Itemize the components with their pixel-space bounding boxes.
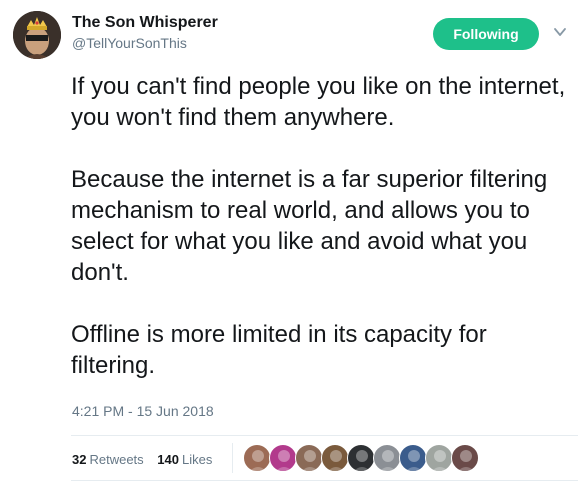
liker-avatar-2[interactable] bbox=[269, 444, 297, 472]
chevron-down-icon[interactable] bbox=[553, 25, 567, 39]
likes-label: Likes bbox=[182, 452, 213, 467]
author-name[interactable]: The Son Whisperer bbox=[72, 14, 218, 32]
liker-avatar-7[interactable] bbox=[399, 444, 427, 472]
liker-avatar-3[interactable] bbox=[295, 444, 323, 472]
divider bbox=[71, 480, 578, 481]
tweet-timestamp[interactable]: 4:21 PM - 15 Jun 2018 bbox=[72, 403, 214, 419]
author-handle[interactable]: @TellYourSonThis bbox=[72, 35, 187, 51]
liker-avatar-5[interactable] bbox=[347, 444, 375, 472]
liker-avatar-6[interactable] bbox=[373, 444, 401, 472]
stats-separator bbox=[232, 443, 233, 473]
tweet-stats: 32 Retweets 140 Likes bbox=[72, 452, 222, 467]
liker-avatar-9[interactable] bbox=[451, 444, 479, 472]
divider bbox=[71, 435, 578, 436]
following-button[interactable]: Following bbox=[433, 18, 539, 50]
tweet-text: If you can't find people you like on the… bbox=[71, 71, 571, 381]
likes-stat[interactable]: 140 Likes bbox=[157, 452, 212, 467]
tweet-header: The Son Whisperer @TellYourSonThis Follo… bbox=[0, 0, 578, 64]
retweets-stat[interactable]: 32 Retweets bbox=[72, 452, 144, 467]
tweet-paragraph: Offline is more limited in its capacity … bbox=[71, 321, 487, 379]
retweets-count: 32 bbox=[72, 452, 87, 467]
likes-count: 140 bbox=[157, 452, 179, 467]
crowned-avatar-icon[interactable] bbox=[13, 11, 61, 59]
liker-avatar-8[interactable] bbox=[425, 444, 453, 472]
liker-avatar-4[interactable] bbox=[321, 444, 349, 472]
retweets-label: Retweets bbox=[89, 452, 144, 467]
tweet-paragraph: Because the internet is a far superior f… bbox=[71, 166, 548, 286]
tweet-paragraph: If you can't find people you like on the… bbox=[71, 73, 566, 131]
liker-avatar-1[interactable] bbox=[243, 444, 271, 472]
